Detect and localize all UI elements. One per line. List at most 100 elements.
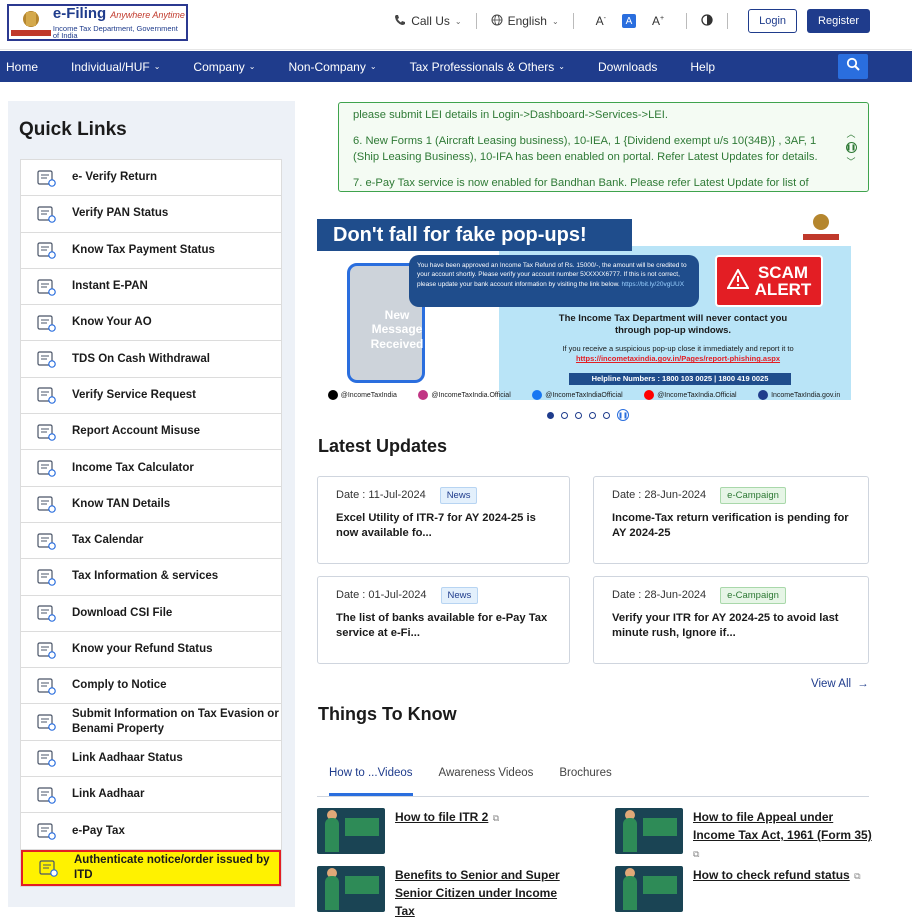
scam-alert-banner[interactable]: Don't fall for fake pop-ups! New Message…	[317, 208, 851, 403]
video-title[interactable]: How to check refund status	[693, 868, 850, 882]
tab-how-to-videos[interactable]: How to ...Videos	[329, 759, 413, 796]
quick-link-item[interactable]: Income Tax Calculator	[21, 450, 281, 487]
social-handle[interactable]: @IncomeTaxIndiaOfficial	[532, 390, 623, 400]
social-handle[interactable]: @IncomeTaxIndia.Official	[418, 390, 511, 400]
chevron-down-icon[interactable]: ﹀	[846, 155, 855, 168]
helpline-numbers: Helpline Numbers : 1800 103 0025 | 1800 …	[569, 373, 791, 385]
chevron-up-icon[interactable]: ︿	[846, 127, 855, 140]
quick-link-label: Authenticate notice/order issued by ITD	[74, 853, 270, 881]
quick-link-label: Link Aadhaar Status	[72, 751, 183, 764]
update-card[interactable]: Date : 28-Jun-2024 e-Campaign Income-Tax …	[593, 476, 869, 564]
video-item[interactable]: How to file ITR 2 ⧉	[317, 808, 580, 854]
ticker-line: 6. New Forms 1 (Aircraft Leasing busines…	[353, 135, 818, 164]
quick-links-panel: Quick Links e- Verify Return Verify PAN S…	[8, 101, 295, 907]
quick-link-item[interactable]: Know TAN Details	[21, 487, 281, 523]
ao-icon	[35, 312, 57, 334]
update-text: The list of banks available for e-Pay Ta…	[336, 612, 548, 640]
nav-non-company[interactable]: Non-Company ⌄	[288, 60, 376, 74]
tax-payment-icon	[35, 239, 57, 261]
view-all-link[interactable]: View All →	[811, 678, 869, 690]
efiling-logo[interactable]: e-Filing Anywhere Anytime Income Tax Depa…	[7, 4, 188, 41]
pause-icon[interactable]: ❚❚	[845, 142, 857, 153]
nav-home[interactable]: Home	[6, 60, 38, 74]
tan-icon	[35, 493, 57, 515]
quick-link-item[interactable]: Know Your AO	[21, 305, 281, 342]
social-handle[interactable]: @IncomeTaxIndia.Official	[644, 390, 737, 400]
quick-link-item[interactable]: Tax Calendar	[21, 523, 281, 560]
quick-link-item[interactable]: Instant E-PAN	[21, 269, 281, 306]
quick-link-label: Verify PAN Status	[72, 207, 169, 220]
authenticate-icon	[37, 857, 59, 879]
quick-link-label: Tax Calendar	[72, 534, 144, 547]
chevron-down-icon: ⌄	[551, 16, 559, 26]
video-item[interactable]: Benefits to Senior and Super Senior Citi…	[317, 866, 580, 920]
quick-link-label: Comply to Notice	[72, 679, 167, 692]
social-handle[interactable]: IncomeTaxIndia.gov.in	[758, 390, 840, 400]
login-button[interactable]: Login	[748, 9, 798, 33]
register-button[interactable]: Register	[807, 9, 870, 33]
quick-link-item[interactable]: Verify Service Request	[21, 378, 281, 415]
update-card[interactable]: Date : 11-Jul-2024 News Excel Utility of …	[317, 476, 570, 564]
increase-font-button[interactable]: A+	[652, 14, 664, 28]
update-text: Excel Utility of ITR-7 for AY 2024-25 is…	[336, 512, 536, 540]
tab-awareness-videos[interactable]: Awareness Videos	[439, 767, 534, 779]
call-us-menu[interactable]: Call Us ⌄	[394, 14, 462, 29]
search-button[interactable]	[838, 54, 868, 79]
quick-link-item[interactable]: e-Pay Tax	[21, 813, 281, 850]
quick-link-item[interactable]: Tax Information & services	[21, 559, 281, 596]
carousel-dot[interactable]	[547, 411, 554, 419]
ticker-controls: ︿ ❚❚ ﹀	[844, 127, 858, 168]
logo-tagline: Anywhere Anytime	[110, 9, 185, 20]
banner-message: The Income Tax Department will never con…	[558, 313, 788, 337]
quick-link-item[interactable]: Report Account Misuse	[21, 414, 281, 451]
things-to-know-title: Things To Know	[318, 704, 457, 724]
carousel-dot[interactable]	[589, 411, 596, 419]
video-thumbnail	[317, 808, 385, 854]
ticker-line: 7. e-Pay Tax service is now enabled for …	[353, 177, 809, 189]
notice-icon	[35, 675, 57, 697]
nav-company[interactable]: Company ⌄	[193, 60, 255, 74]
video-title[interactable]: How to file ITR 2	[395, 810, 488, 824]
quick-link-item[interactable]: Link Aadhaar Status	[21, 741, 281, 778]
video-item[interactable]: How to check refund status ⧉	[615, 866, 878, 912]
video-item[interactable]: How to file Appeal under Income Tax Act,…	[615, 808, 873, 862]
carousel-dot[interactable]	[575, 411, 582, 419]
video-title[interactable]: Benefits to Senior and Super Senior Citi…	[395, 868, 560, 918]
update-card[interactable]: Date : 28-Jun-2024 e-Campaign Verify your…	[593, 576, 869, 664]
nav-tax-professionals[interactable]: Tax Professionals & Others ⌄	[410, 60, 565, 74]
warning-icon	[725, 267, 750, 294]
quick-link-item[interactable]: Know your Refund Status	[21, 632, 281, 669]
call-us-label: Call Us	[411, 14, 450, 28]
quick-link-item[interactable]: Link Aadhaar	[21, 777, 281, 814]
update-card[interactable]: Date : 01-Jul-2024 News The list of banks…	[317, 576, 570, 664]
nav-help[interactable]: Help	[690, 60, 715, 74]
language-select[interactable]: English ⌄	[491, 14, 559, 29]
quick-link-item[interactable]: Authenticate notice/order issued by ITD	[21, 849, 281, 886]
quick-link-item[interactable]: Comply to Notice	[21, 668, 281, 705]
quick-link-item[interactable]: Download CSI File	[21, 596, 281, 632]
things-to-know-tabs: How to ...Videos Awareness Videos Brochu…	[317, 749, 869, 797]
default-font-button[interactable]: A	[622, 14, 636, 28]
carousel-dot[interactable]	[561, 411, 568, 419]
quick-link-item[interactable]: Verify PAN Status	[21, 196, 281, 233]
quick-link-item[interactable]: e- Verify Return	[21, 160, 281, 197]
carousel-dot[interactable]	[603, 411, 610, 419]
video-title[interactable]: How to file Appeal under Income Tax Act,…	[693, 810, 872, 842]
nav-downloads[interactable]: Downloads	[598, 60, 657, 74]
nav-individual-huf[interactable]: Individual/HUF ⌄	[71, 60, 160, 74]
carousel-pause-icon[interactable]: ❚❚	[617, 409, 629, 421]
quick-link-item[interactable]: Submit Information on Tax Evasion or Ben…	[21, 704, 281, 741]
tab-brochures[interactable]: Brochures	[559, 767, 611, 779]
contrast-icon[interactable]	[701, 13, 713, 29]
quick-link-label: Income Tax Calculator	[72, 461, 194, 474]
decrease-font-button[interactable]: A-	[596, 14, 606, 28]
video-thumbnail	[317, 866, 385, 912]
quick-link-item[interactable]: TDS On Cash Withdrawal	[21, 341, 281, 378]
quick-link-label: TDS On Cash Withdrawal	[72, 352, 210, 365]
globe-icon	[491, 14, 503, 29]
report-phishing-link[interactable]: https://incometaxindia.gov.in/Pages/repo…	[576, 354, 780, 363]
video-thumbnail	[615, 808, 683, 854]
quick-link-item[interactable]: Know Tax Payment Status	[21, 233, 281, 269]
chevron-down-icon: ⌄	[369, 62, 377, 71]
social-handle[interactable]: @IncomeTaxIndia	[327, 390, 397, 400]
